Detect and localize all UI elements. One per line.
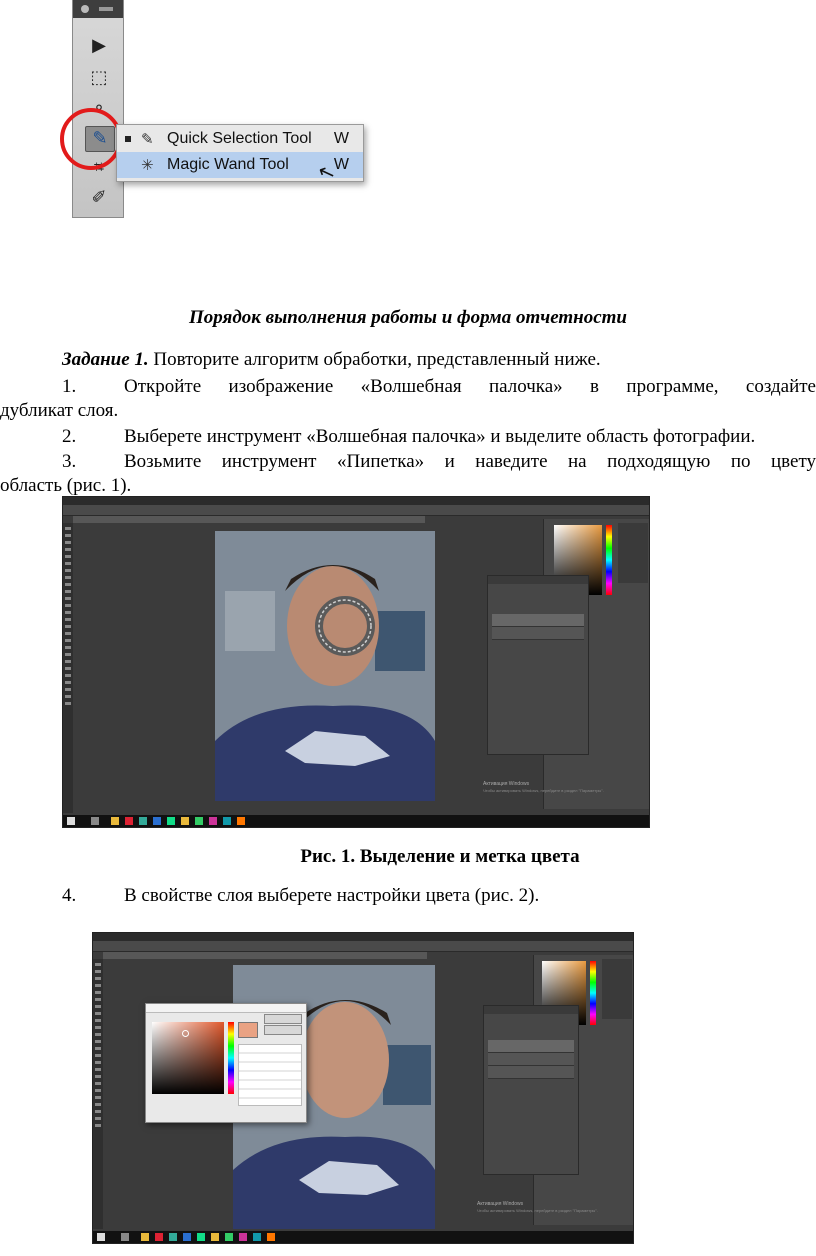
quick-selection-brush-icon: ✎ xyxy=(141,130,154,148)
task-text: Повторите алгоритм обработки, представле… xyxy=(148,349,601,370)
photoshop-screenshot-2: Активация Windows Чтобы активировать Win… xyxy=(92,932,634,1244)
selected-bullet-icon xyxy=(125,136,131,142)
step-number: 3. xyxy=(62,451,77,472)
new-color-swatch xyxy=(238,1022,258,1038)
layers-panel xyxy=(483,1005,579,1175)
step-text: Откройте изображение «Волшебная палочка»… xyxy=(124,376,816,397)
layer-row[interactable] xyxy=(488,1066,574,1079)
flyout-item-label: Quick Selection Tool xyxy=(167,130,312,147)
step-text: Возьмите инструмент «Пипетка» и наведите… xyxy=(124,451,816,472)
color-value-fields[interactable] xyxy=(238,1044,302,1106)
magic-wand-icon: ✳ xyxy=(141,156,154,174)
panel-shortcuts xyxy=(602,959,632,1019)
photo-canvas xyxy=(215,531,435,801)
panel-shortcuts xyxy=(618,523,648,583)
portrait-photo xyxy=(215,531,435,801)
hue-slider[interactable] xyxy=(606,525,612,595)
flyout-item-shortcut: W xyxy=(333,130,349,147)
tools-panel-header xyxy=(73,0,123,18)
windows-taskbar xyxy=(63,815,649,827)
marquee-tool-icon[interactable]: ⬚ xyxy=(85,66,113,90)
activation-watermark-title: Активация Windows xyxy=(483,781,530,787)
step-number: 2. xyxy=(62,426,77,447)
options-bar xyxy=(93,941,633,952)
flyout-item-label: Magic Wand Tool xyxy=(167,156,289,173)
color-picker-dialog xyxy=(145,1003,307,1123)
photoshop-screenshot-1: Активация Windows Чтобы активировать Win… xyxy=(62,496,650,828)
move-tool-icon[interactable]: ▶ xyxy=(85,34,113,58)
step-number: 1. xyxy=(62,376,77,397)
task-line: Задание 1. Повторите алгоритм обработки,… xyxy=(62,348,601,372)
activation-watermark-title: Активация Windows xyxy=(477,1201,524,1207)
windows-taskbar xyxy=(93,1231,633,1243)
ok-button[interactable] xyxy=(264,1014,302,1024)
document-tab xyxy=(73,516,425,523)
activation-watermark-text: Чтобы активировать Windows, перейдите в … xyxy=(483,788,604,793)
step-text: В свойстве слоя выберете настройки цвета… xyxy=(124,885,540,906)
document-tab xyxy=(103,952,427,959)
step-text-continued: дубликат слоя. xyxy=(0,400,119,421)
cancel-button[interactable] xyxy=(264,1025,302,1035)
tool-column xyxy=(93,959,103,1229)
layer-row[interactable] xyxy=(492,627,584,640)
color-field[interactable] xyxy=(152,1022,224,1094)
layer-row[interactable] xyxy=(492,614,584,627)
figure-caption: Рис. 1. Выделение и метка цвета xyxy=(300,846,580,867)
layers-panel xyxy=(487,575,589,755)
flyout-item-quick-selection[interactable]: ✎ Quick Selection Tool W xyxy=(117,126,363,152)
step-text-continued: область (рис. 1). xyxy=(0,475,132,496)
hue-slider[interactable] xyxy=(228,1022,234,1094)
layer-row[interactable] xyxy=(488,1053,574,1066)
layer-row[interactable] xyxy=(488,1040,574,1053)
highlight-circle xyxy=(60,108,122,170)
options-bar xyxy=(63,505,649,516)
activation-watermark-text: Чтобы активировать Windows, перейдите в … xyxy=(477,1208,598,1213)
step-text: Выберете инструмент «Волшебная палочка» … xyxy=(124,426,756,447)
section-heading: Порядок выполнения работы и форма отчетн… xyxy=(189,307,627,328)
menu-bar xyxy=(93,933,633,941)
task-label: Задание 1. xyxy=(62,349,149,370)
menu-bar xyxy=(63,497,649,505)
hue-slider[interactable] xyxy=(590,961,596,1025)
step-number: 4. xyxy=(62,885,77,906)
tool-column xyxy=(63,523,73,813)
eyedropper-tool-icon[interactable]: ✐ xyxy=(85,186,113,210)
